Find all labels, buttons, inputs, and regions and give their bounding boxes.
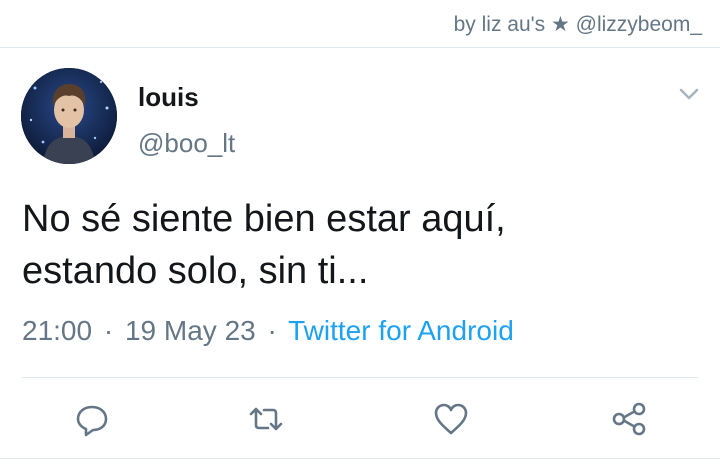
retweet-icon[interactable] xyxy=(246,399,286,439)
tweet-screen: by liz au's ★ @lizzybeom_ louis @boo_lt … xyxy=(0,0,720,472)
tweet-text-line: estando solo, sin ti... xyxy=(22,250,369,292)
chevron-down-icon[interactable] xyxy=(674,82,704,106)
tweet-text-line: No sé siente bien estar aquí, xyxy=(22,198,506,240)
tweet-source-link[interactable]: Twitter for Android xyxy=(288,315,514,346)
share-icon[interactable] xyxy=(609,399,649,439)
user-handle[interactable]: @boo_lt xyxy=(138,128,235,159)
tweet-date: 19 May 23 xyxy=(124,315,256,346)
meta-separator: · xyxy=(267,315,277,346)
reply-icon[interactable] xyxy=(72,399,112,439)
meta-separator: · xyxy=(103,315,114,346)
avatar-image xyxy=(21,68,117,164)
tweet-text: No sé siente bien estar aquí, estando so… xyxy=(22,193,702,297)
tweet-meta: 21:00 · 19 May 23 · Twitter for Android xyxy=(22,315,514,347)
heart-icon[interactable] xyxy=(431,399,471,439)
tweet-time: 21:00 xyxy=(22,315,93,346)
credit-text: by liz au's ★ @lizzybeom_ xyxy=(453,13,702,36)
credit-bar: by liz au's ★ @lizzybeom_ xyxy=(0,0,720,48)
actions-divider xyxy=(22,377,698,378)
display-name[interactable]: louis xyxy=(138,82,199,113)
avatar[interactable] xyxy=(21,68,117,164)
bottom-divider xyxy=(0,458,720,459)
